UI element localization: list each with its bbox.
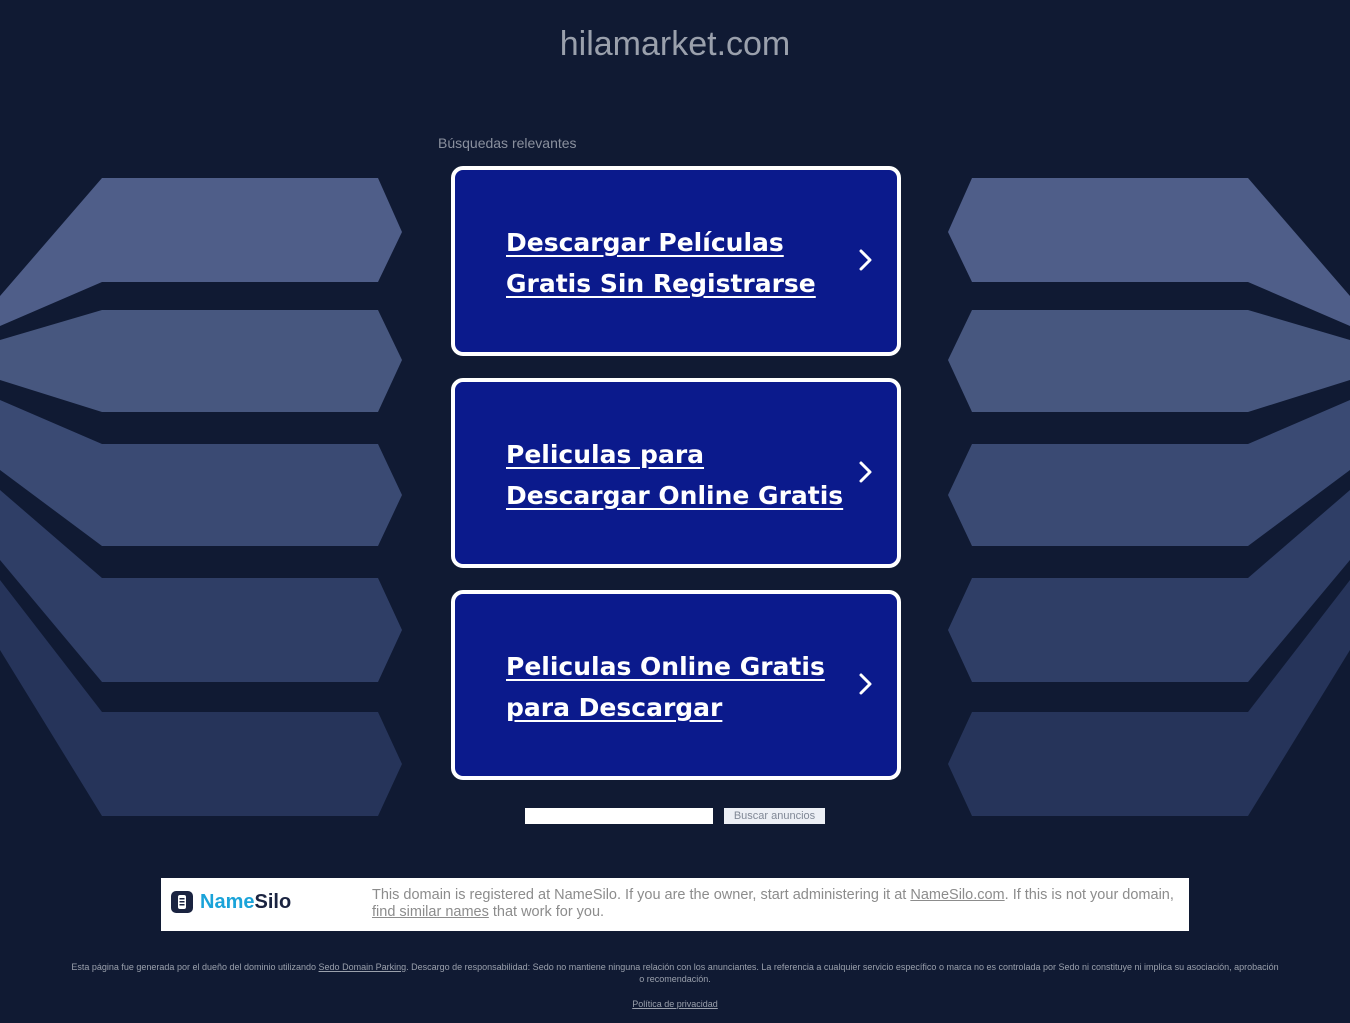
disclaimer-text: Esta página fue generada por el dueño de… (71, 962, 1279, 984)
related-link-card-3[interactable]: Peliculas Online Gratis para Descargar (451, 590, 901, 780)
related-link-2[interactable]: Peliculas para Descargar Online Gratis (506, 434, 846, 516)
domain-title: hilamarket.com (559, 25, 791, 63)
related-link-card-1[interactable]: Descargar Películas Gratis Sin Registrar… (451, 166, 901, 356)
related-link-1[interactable]: Descargar Películas Gratis Sin Registrar… (506, 222, 846, 304)
namesilo-logo-icon (171, 891, 193, 913)
chevron-right-icon (859, 673, 872, 695)
namesilo-logo[interactable]: NameSilo (171, 890, 291, 914)
privacy-policy-link[interactable]: Política de privacidad (632, 999, 718, 1009)
parking-page: hilamarket.com Búsquedas relevantes Desc… (0, 0, 1350, 1023)
sedo-domain-parking-link[interactable]: Sedo Domain Parking (319, 962, 407, 972)
right-ribbons (948, 178, 1350, 816)
related-link-3[interactable]: Peliculas Online Gratis para Descargar (506, 646, 846, 728)
left-ribbons (0, 178, 402, 816)
search-ads-button[interactable]: Buscar anuncios (724, 808, 825, 824)
related-link-card-2[interactable]: Peliculas para Descargar Online Gratis (451, 378, 901, 568)
namesilo-wordmark: NameSilo (200, 891, 292, 913)
namesilo-banner: NameSilo This domain is registered at Na… (161, 878, 1189, 931)
namesilo-link[interactable]: NameSilo.com (910, 887, 1004, 903)
chevron-right-icon (859, 461, 872, 483)
search-input[interactable] (525, 808, 713, 824)
privacy-policy: Política de privacidad (0, 998, 1350, 1010)
namesilo-message: This domain is registered at NameSilo. I… (372, 887, 1174, 920)
chevron-right-icon (859, 249, 872, 271)
related-searches-label: Búsquedas relevantes (438, 135, 577, 151)
find-similar-names-link[interactable]: find similar names (372, 904, 489, 920)
